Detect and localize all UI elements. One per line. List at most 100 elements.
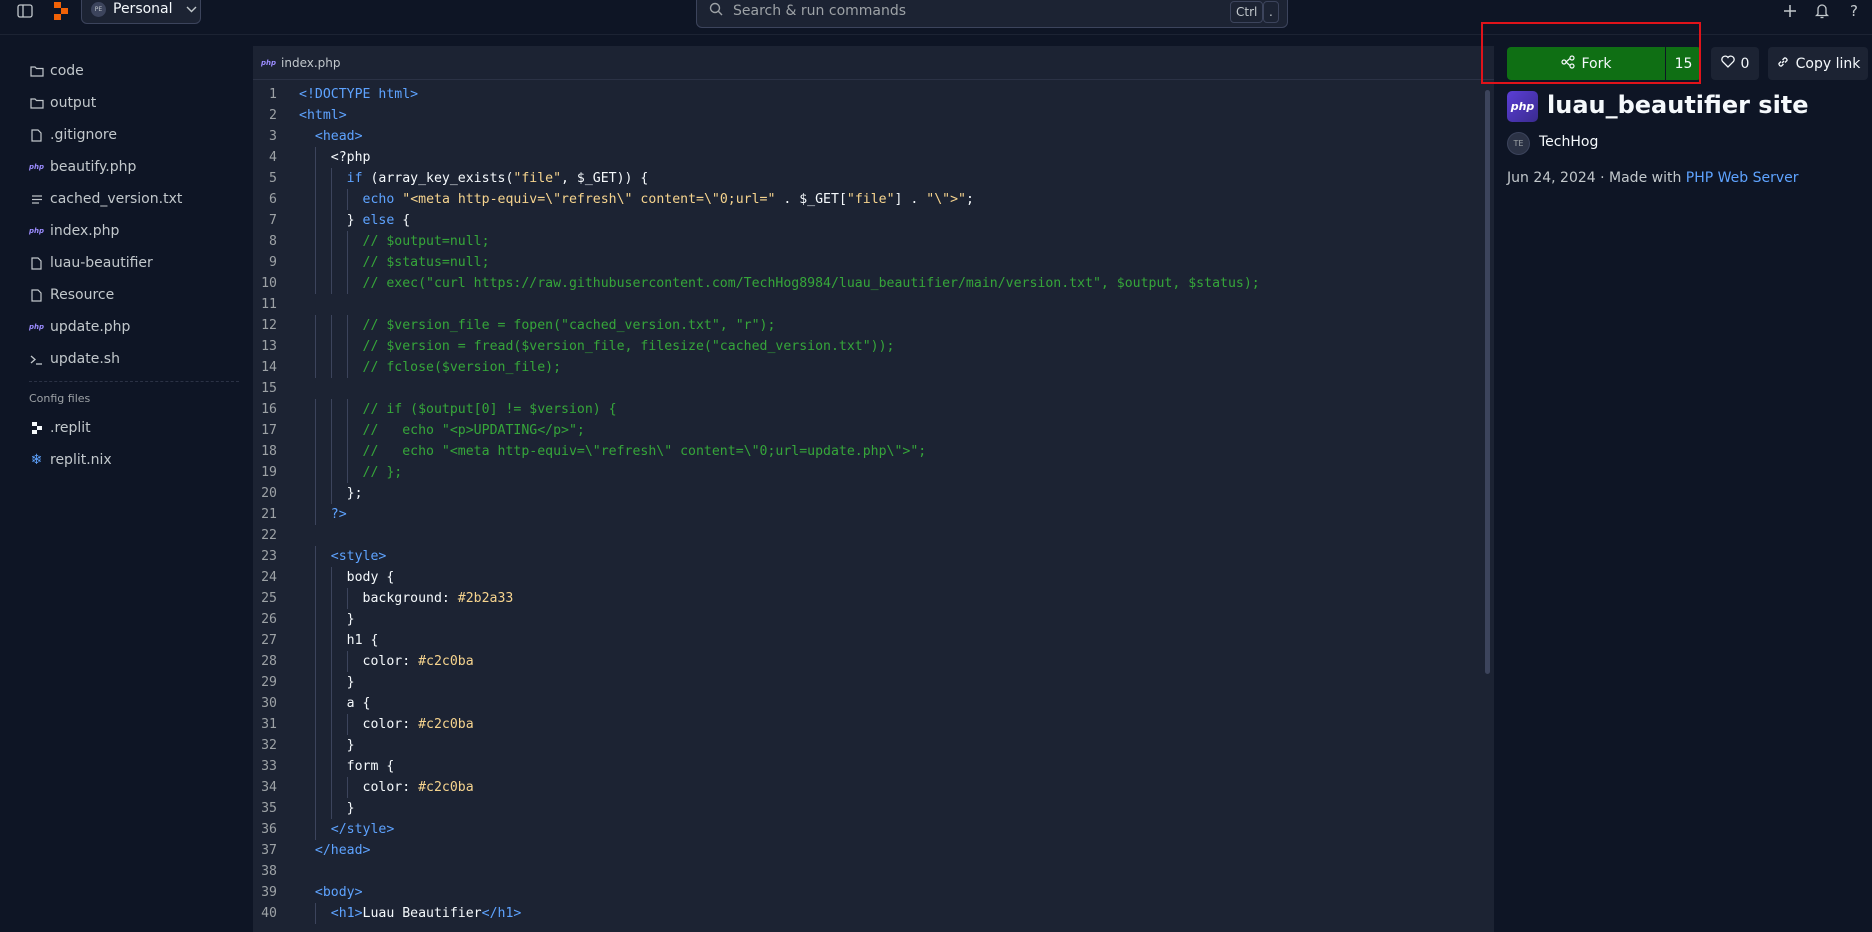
code-line[interactable]: 23 <style> bbox=[253, 546, 1494, 567]
file-label: code bbox=[50, 63, 84, 79]
code-line[interactable]: 38 bbox=[253, 861, 1494, 882]
line-number: 39 bbox=[261, 885, 277, 900]
code-line[interactable]: 18 // echo "<meta http-equiv=\"refresh\"… bbox=[253, 441, 1494, 462]
command-search[interactable]: Ctrl . bbox=[696, 0, 1288, 28]
workspace-selector[interactable]: PE Personal bbox=[81, 0, 201, 24]
code-line[interactable]: 1 <!DOCTYPE html> bbox=[253, 84, 1494, 105]
search-input[interactable] bbox=[731, 2, 1215, 20]
owner-name[interactable]: TechHog bbox=[1539, 134, 1598, 150]
code-text: form { bbox=[299, 759, 395, 774]
line-number: 1 bbox=[269, 87, 277, 102]
owner-avatar[interactable]: TE bbox=[1507, 132, 1530, 155]
nix-icon: ❄ bbox=[30, 452, 43, 468]
link-icon bbox=[1776, 55, 1790, 73]
code-area[interactable]: 1 <!DOCTYPE html> 2 <html> 3 <head> 4 <?php 5 … bbox=[253, 84, 1494, 924]
editor-tab-index-php[interactable]: php index.php bbox=[253, 46, 1494, 80]
sidebar-toggle-icon[interactable] bbox=[14, 0, 36, 22]
code-line[interactable]: 9 // $status=null; bbox=[253, 252, 1494, 273]
help-icon[interactable]: ? bbox=[1845, 0, 1863, 22]
code-line[interactable]: 17 // echo "<p>UPDATING</p>"; bbox=[253, 420, 1494, 441]
code-line[interactable]: 39 <body> bbox=[253, 882, 1494, 903]
copy-link-button[interactable]: Copy link bbox=[1768, 47, 1868, 80]
code-text: // $output=null; bbox=[362, 234, 490, 249]
line-number: 27 bbox=[261, 633, 277, 648]
code-line[interactable]: 5 if (array_key_exists("file", $_GET)) { bbox=[253, 168, 1494, 189]
code-line[interactable]: 10 // exec("curl https://raw.githubuserc… bbox=[253, 273, 1494, 294]
code-line[interactable]: 13 // $version = fread($version_file, fi… bbox=[253, 336, 1494, 357]
file-item-luau-beautifier[interactable]: luau-beautifier bbox=[29, 249, 153, 277]
code-line[interactable]: 8 // $output=null; bbox=[253, 231, 1494, 252]
file-item-update-sh[interactable]: update.sh bbox=[29, 345, 120, 373]
code-line[interactable]: 28 color: #c2c0ba bbox=[253, 651, 1494, 672]
bell-icon[interactable] bbox=[1813, 0, 1831, 22]
code-text: }; bbox=[299, 486, 363, 501]
code-line[interactable]: 25 background: #2b2a33 bbox=[253, 588, 1494, 609]
repl-meta: Jun 24, 2024 · Made with PHP Web Server bbox=[1507, 170, 1799, 186]
line-number: 17 bbox=[261, 423, 277, 438]
editor-scrollbar[interactable] bbox=[1485, 90, 1490, 674]
code-line[interactable]: 20 }; bbox=[253, 483, 1494, 504]
code-line[interactable]: 4 <?php bbox=[253, 147, 1494, 168]
file-item-code[interactable]: code bbox=[29, 57, 84, 85]
line-number: 37 bbox=[261, 843, 277, 858]
code-line[interactable]: 3 <head> bbox=[253, 126, 1494, 147]
file-label: .replit bbox=[50, 420, 91, 436]
code-line[interactable]: 14 // fclose($version_file); bbox=[253, 357, 1494, 378]
line-number: 38 bbox=[261, 864, 277, 879]
code-line[interactable]: 34 color: #c2c0ba bbox=[253, 777, 1494, 798]
code-line[interactable]: 29 } bbox=[253, 672, 1494, 693]
code-line[interactable]: 24 body { bbox=[253, 567, 1494, 588]
file-item-update-php[interactable]: php update.php bbox=[29, 313, 130, 341]
line-number: 6 bbox=[269, 192, 277, 207]
code-line[interactable]: 36 </style> bbox=[253, 819, 1494, 840]
add-icon[interactable] bbox=[1781, 0, 1799, 22]
workspace-label: Personal bbox=[113, 1, 173, 17]
code-line[interactable]: 12 // $version_file = fopen("cached_vers… bbox=[253, 315, 1494, 336]
code-line[interactable]: 31 color: #c2c0ba bbox=[253, 714, 1494, 735]
file-item-index-php[interactable]: php index.php bbox=[29, 217, 119, 245]
code-line[interactable]: 37 </head> bbox=[253, 840, 1494, 861]
code-line[interactable]: 16 // if ($output[0] != $version) { bbox=[253, 399, 1494, 420]
file-item-resource[interactable]: Resource bbox=[29, 281, 114, 309]
code-line[interactable]: 33 form { bbox=[253, 756, 1494, 777]
code-line[interactable]: 32 } bbox=[253, 735, 1494, 756]
code-text: // $version = fread($version_file, files… bbox=[362, 339, 895, 354]
php-icon: php bbox=[29, 323, 45, 331]
code-line[interactable]: 27 h1 { bbox=[253, 630, 1494, 651]
code-line[interactable]: 40 <h1>Luau Beautifier</h1> bbox=[253, 903, 1494, 924]
code-line[interactable]: 26 } bbox=[253, 609, 1494, 630]
code-text: // $version_file = fopen("cached_version… bbox=[362, 318, 776, 333]
terminal-icon bbox=[29, 354, 44, 365]
code-line[interactable]: 6 echo "<meta http-equiv=\"refresh\" con… bbox=[253, 189, 1494, 210]
file-item-replit[interactable]: .replit bbox=[29, 414, 91, 442]
code-text: h1 { bbox=[299, 633, 379, 648]
code-text: <?php bbox=[299, 150, 371, 165]
code-text: // if ($output[0] != $version) { bbox=[362, 402, 617, 417]
php-icon: php bbox=[261, 58, 277, 67]
file-item-output[interactable]: output bbox=[29, 89, 96, 117]
file-item-cached-version[interactable]: cached_version.txt bbox=[29, 185, 182, 213]
code-line[interactable]: 35 } bbox=[253, 798, 1494, 819]
line-number: 23 bbox=[261, 549, 277, 564]
code-line[interactable]: 19 // }; bbox=[253, 462, 1494, 483]
code-text: background: #2b2a33 bbox=[299, 591, 514, 606]
file-label: replit.nix bbox=[50, 452, 112, 468]
file-item-beautify-php[interactable]: php beautify.php bbox=[29, 153, 136, 181]
file-item-replit-nix[interactable]: ❄ replit.nix bbox=[29, 446, 112, 474]
line-number: 28 bbox=[261, 654, 277, 669]
code-line[interactable]: 15 bbox=[253, 378, 1494, 399]
code-line[interactable]: 2 <html> bbox=[253, 105, 1494, 126]
file-item-gitignore[interactable]: .gitignore bbox=[29, 121, 117, 149]
line-number: 12 bbox=[261, 318, 277, 333]
code-line[interactable]: 7 } else { bbox=[253, 210, 1494, 231]
made-with-link[interactable]: PHP Web Server bbox=[1686, 170, 1799, 186]
code-line[interactable]: 30 a { bbox=[253, 693, 1494, 714]
code-line[interactable]: 22 bbox=[253, 525, 1494, 546]
line-number: 19 bbox=[261, 465, 277, 480]
like-button[interactable]: 0 bbox=[1711, 47, 1759, 80]
replit-logo-icon[interactable] bbox=[52, 0, 70, 22]
code-line[interactable]: 21 ?> bbox=[253, 504, 1494, 525]
code-line[interactable]: 11 bbox=[253, 294, 1494, 315]
file-label: Resource bbox=[50, 287, 115, 303]
code-editor[interactable]: php index.php 1 <!DOCTYPE html> 2 <html> 3 <… bbox=[253, 46, 1494, 932]
